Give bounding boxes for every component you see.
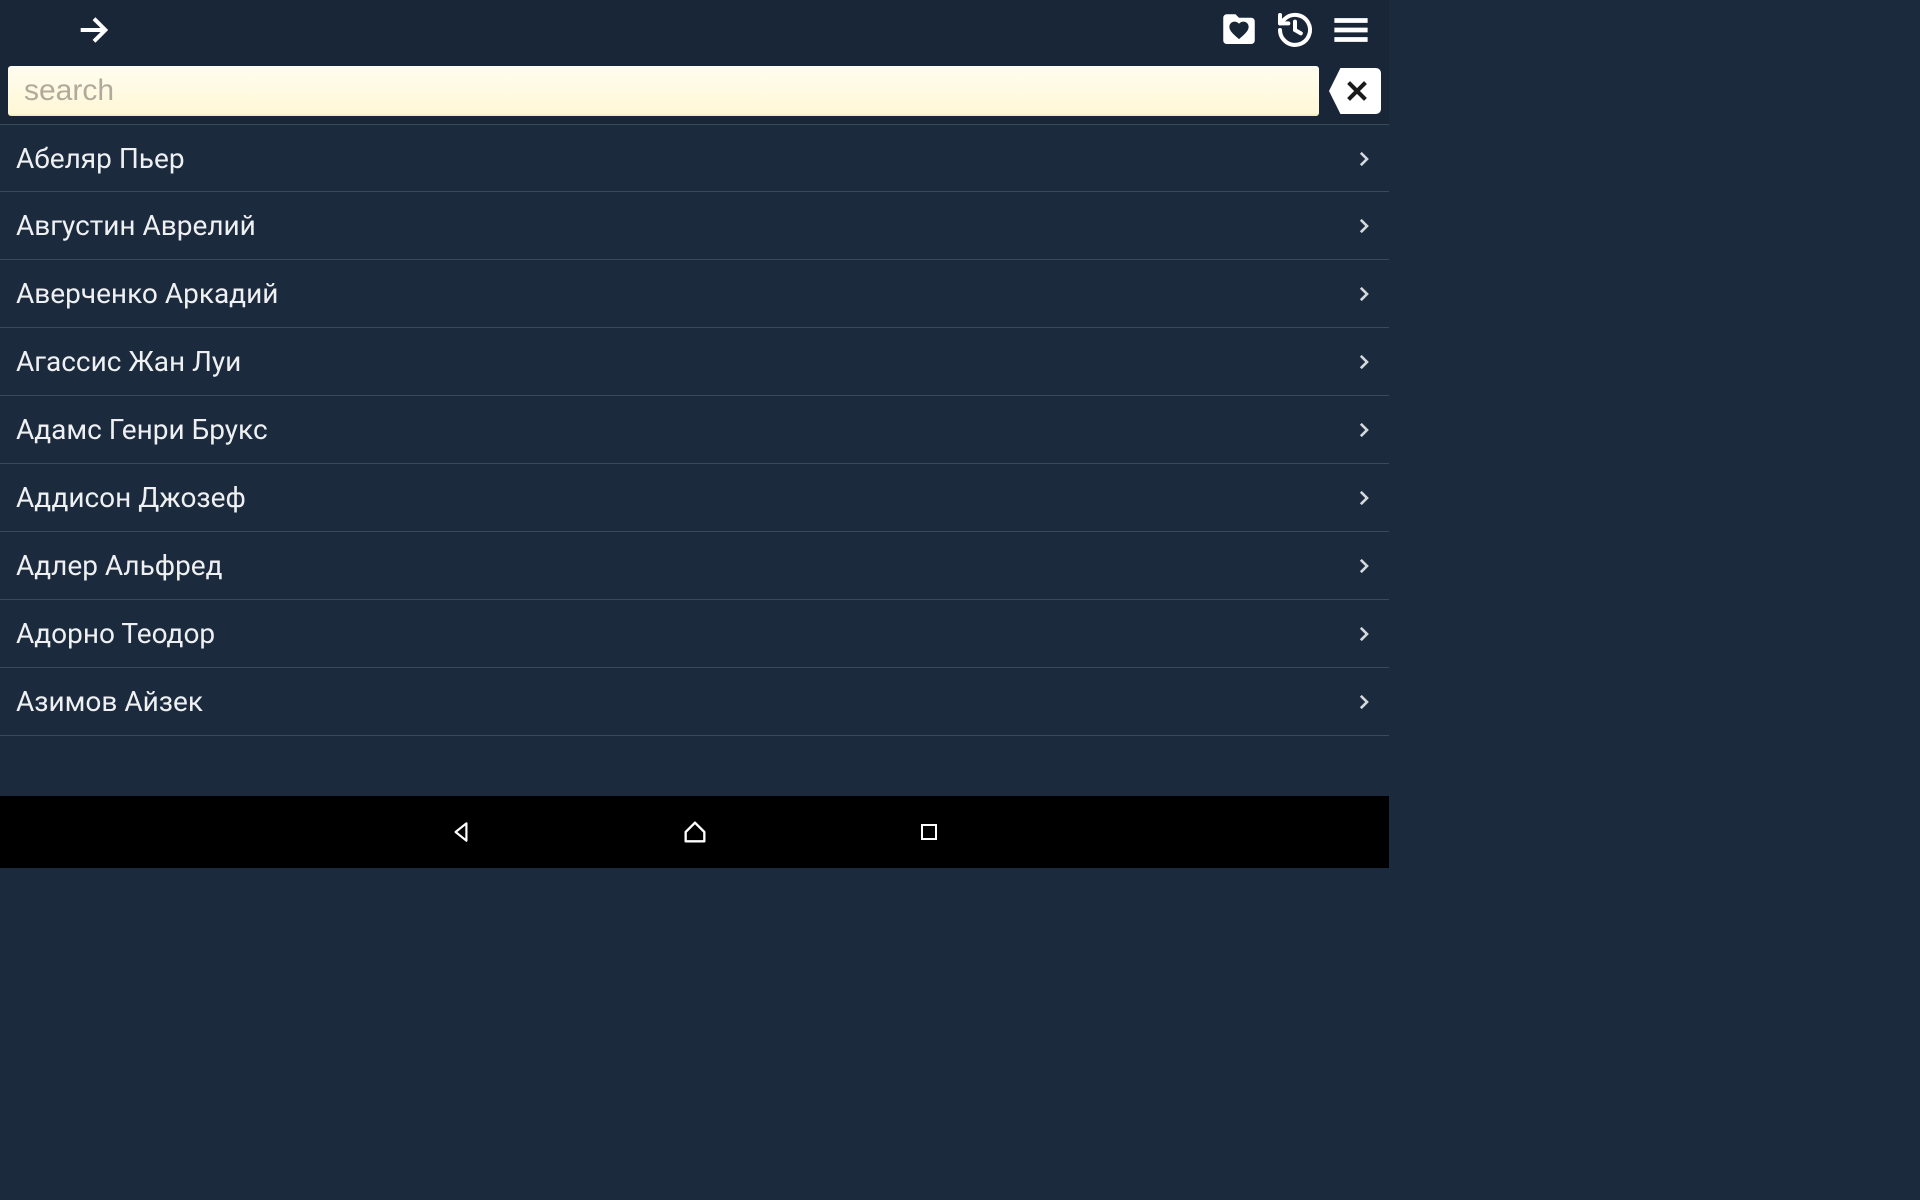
chevron-right-icon xyxy=(1355,685,1373,718)
list-item[interactable]: Аверченко Аркадий xyxy=(0,260,1389,328)
chevron-right-icon xyxy=(1355,345,1373,378)
menu-button[interactable] xyxy=(1329,8,1373,52)
nav-recent-button[interactable] xyxy=(912,815,946,849)
square-recent-icon xyxy=(917,820,941,844)
history-button[interactable] xyxy=(1273,8,1317,52)
list-item[interactable]: Азимов Айзек xyxy=(0,668,1389,736)
list-item[interactable]: Аддисон Джозеф xyxy=(0,464,1389,532)
list-item-label: Абеляр Пьер xyxy=(16,142,1355,175)
chevron-right-icon xyxy=(1355,617,1373,650)
home-icon xyxy=(681,818,709,846)
entry-list[interactable]: Абеляр Пьер Августин Аврелий Аверченко Арк… xyxy=(0,124,1389,796)
chevron-right-icon xyxy=(1355,277,1373,310)
list-item-label: Агассис Жан Луи xyxy=(16,345,1355,378)
clear-search-button[interactable] xyxy=(1329,68,1381,114)
favorites-button[interactable] xyxy=(1217,8,1261,52)
search-input[interactable] xyxy=(8,66,1319,116)
list-item-label: Адамс Генри Брукс xyxy=(16,413,1355,446)
list-item[interactable]: Адлер Альфред xyxy=(0,532,1389,600)
top-bar xyxy=(0,0,1389,60)
list-item[interactable]: Агассис Жан Луи xyxy=(0,328,1389,396)
search-row xyxy=(0,60,1389,124)
list-item-label: Азимов Айзек xyxy=(16,685,1355,718)
list-item[interactable]: Абеляр Пьер xyxy=(0,124,1389,192)
system-nav-bar xyxy=(0,796,1389,868)
triangle-back-icon xyxy=(448,819,474,845)
list-item-label: Аверченко Аркадий xyxy=(16,277,1355,310)
nav-home-button[interactable] xyxy=(678,815,712,849)
list-item-label: Аддисон Джозеф xyxy=(16,481,1355,514)
chevron-right-icon xyxy=(1355,549,1373,582)
list-item-label: Адорно Теодор xyxy=(16,617,1355,650)
chevron-right-icon xyxy=(1355,142,1373,175)
close-icon xyxy=(1343,77,1371,105)
forward-button[interactable] xyxy=(72,8,116,52)
arrow-right-icon xyxy=(77,13,111,47)
list-item[interactable]: Августин Аврелий xyxy=(0,192,1389,260)
hamburger-icon xyxy=(1332,11,1370,49)
heart-folder-icon xyxy=(1218,9,1260,51)
list-item[interactable]: Адамс Генри Брукс xyxy=(0,396,1389,464)
list-item[interactable]: Адорно Теодор xyxy=(0,600,1389,668)
history-icon xyxy=(1275,10,1315,50)
list-item-label: Августин Аврелий xyxy=(16,209,1355,242)
chevron-right-icon xyxy=(1355,209,1373,242)
chevron-right-icon xyxy=(1355,413,1373,446)
list-item-label: Адлер Альфред xyxy=(16,549,1355,582)
chevron-right-icon xyxy=(1355,481,1373,514)
nav-back-button[interactable] xyxy=(444,815,478,849)
